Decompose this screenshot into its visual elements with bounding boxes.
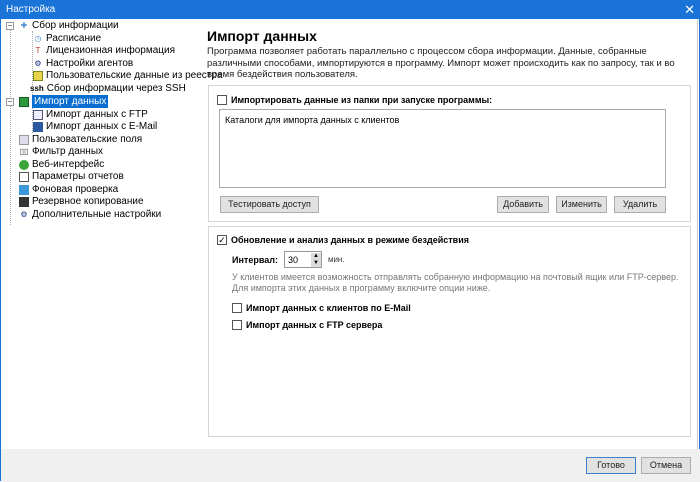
edit-button[interactable]: Изменить [556,196,607,213]
email-icon [33,121,43,132]
title-bar: Настройка ✕ [1,1,700,19]
interval-row: Интервал: 30 ▲ ▼ мин. [232,251,345,268]
tree-item-import[interactable]: Импорт данных [19,95,109,108]
window-title: Настройка [6,4,56,15]
collapse-toggle[interactable]: − [6,98,14,106]
gears-icon: ⚙ [34,58,42,68]
tree-item-reports[interactable]: Параметры отчетов [19,170,124,183]
idle-note: У клиентов имеется возможность отправлят… [232,272,679,293]
ok-button[interactable]: Готово [586,457,636,474]
fields-icon [19,134,29,145]
list-header: Каталоги для импорта данных с клиентов [225,115,400,125]
ftp-icon [33,109,43,120]
ftp-import-checkbox[interactable]: Импорт данных с FTP сервера [232,320,382,330]
tree-item-license[interactable]: T Лицензионная информация [33,44,175,57]
close-icon[interactable]: ✕ [684,1,695,19]
folder-import-checkbox[interactable]: Импортировать данные из папки при запуск… [217,95,492,105]
delete-button[interactable]: Удалить [614,196,666,213]
checkbox-box[interactable] [217,95,227,105]
ssh-icon: ssh [30,84,44,93]
add-button[interactable]: Добавить [497,196,549,213]
tree-item-registry[interactable]: Пользовательские данные из реестра [33,69,223,82]
tree-line [10,29,11,225]
spin-arrows-icon[interactable]: ▲ ▼ [310,252,321,267]
content-panel: Импорт данных Программа позволяет работа… [201,19,698,449]
page-title: Импорт данных [207,28,317,44]
license-icon: T [35,45,41,55]
settings-tree: − − ✚ Сбор информации ◷ Расписание T Лиценз… [1,19,223,449]
collapse-toggle[interactable]: − [6,22,14,30]
monitor-icon [19,184,29,195]
tree-item-data-collection[interactable]: ✚ Сбор информации [19,19,119,32]
filter-icon: ▯▯ [19,146,29,156]
import-icon [19,96,29,107]
dialog-footer: Готово Отмена [1,449,700,482]
idle-update-checkbox[interactable]: ✓ Обновление и анализ данных в режиме без… [217,235,469,245]
network-icon: ✚ [20,20,28,30]
gears-icon: ⚙ [20,209,28,219]
folder-import-group: Импортировать данные из папки при запуск… [208,85,691,222]
tree-item-import-email[interactable]: Импорт данных с E-Mail [33,120,157,133]
checkbox-checked[interactable]: ✓ [217,235,227,245]
report-icon [19,171,29,182]
folder-list[interactable]: Каталоги для импорта данных с клиентов [219,109,666,188]
grid-icon [33,70,43,81]
tree-item-filter[interactable]: ▯▯ Фильтр данных [19,145,103,158]
tree-item-advanced[interactable]: ⚙ Дополнительные настройки [19,208,161,221]
cancel-button[interactable]: Отмена [641,457,691,474]
test-access-button[interactable]: Тестировать доступ [220,196,319,213]
email-import-checkbox[interactable]: Импорт данных с клиентов по E-Mail [232,303,411,313]
page-description: Программа позволяет работать параллельно… [207,46,675,80]
interval-spinner[interactable]: 30 ▲ ▼ [283,251,322,268]
clock-icon: ◷ [34,33,42,43]
checkbox-box[interactable] [232,320,242,330]
tree-item-ssh[interactable]: ssh Сбор информации через SSH [30,82,186,95]
tree-item-backup[interactable]: Резервное копирование [19,195,144,208]
checkbox-box[interactable] [232,303,242,313]
globe-icon [19,159,29,170]
floppy-icon [19,196,29,207]
idle-group: ✓ Обновление и анализ данных в режиме без… [208,226,691,437]
